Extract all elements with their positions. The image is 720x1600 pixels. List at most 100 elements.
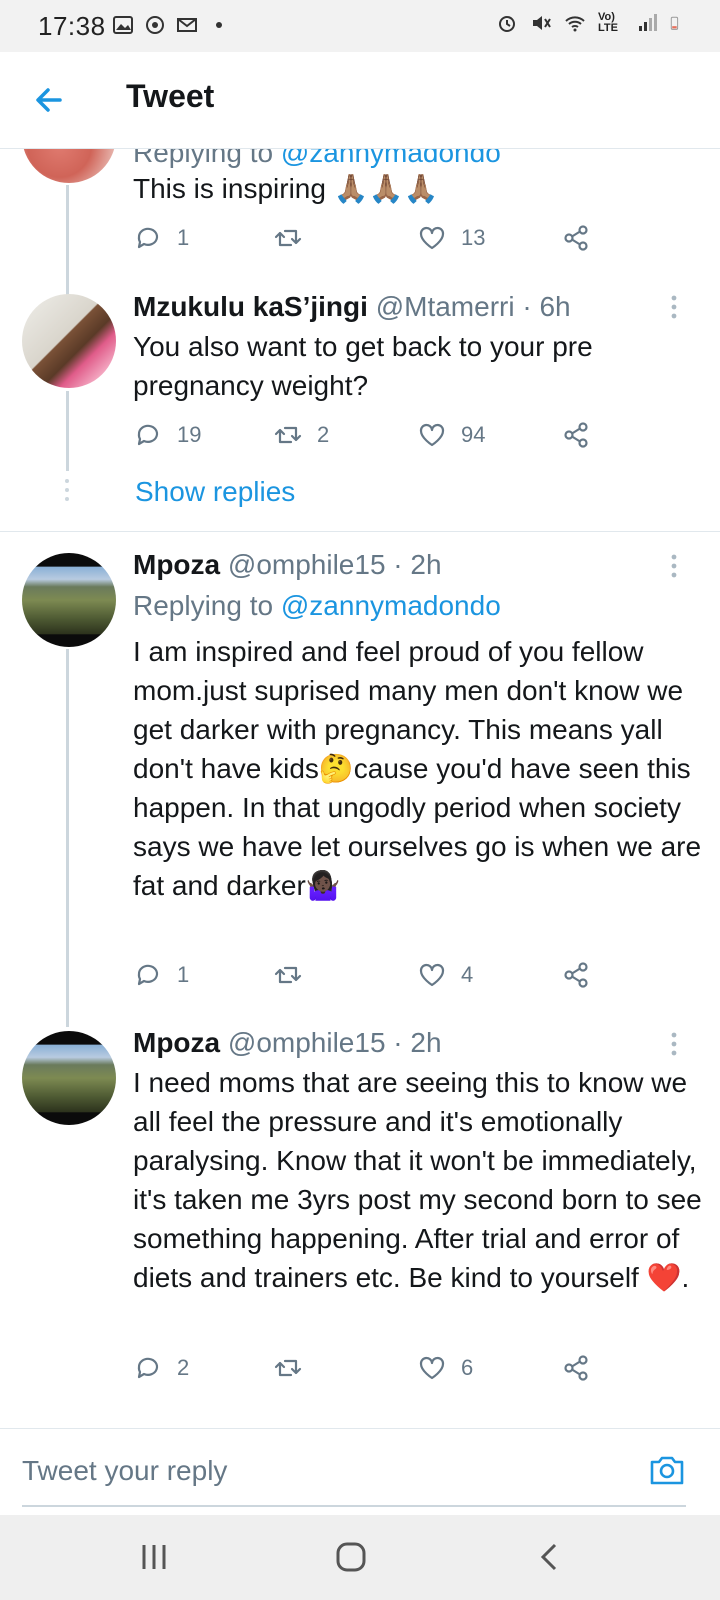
heart-icon	[419, 1356, 445, 1380]
retweet-button[interactable]	[273, 1353, 317, 1383]
tweet-time: · 6h	[522, 291, 571, 322]
thread-line	[66, 185, 69, 297]
tweet-actions: 1 13	[133, 223, 603, 257]
show-replies-link[interactable]: Show replies	[135, 476, 295, 508]
tweet-text: You also want to get back to your pre pr…	[133, 331, 593, 401]
system-nav-bar	[0, 1515, 720, 1600]
tweet-header: Mzukulu kaS’jingi @Mtamerri · 6h	[133, 291, 571, 323]
thread-dots	[64, 479, 70, 506]
like-button[interactable]: 13	[417, 223, 485, 253]
reply-icon	[137, 227, 159, 249]
alarm-icon	[499, 16, 515, 32]
reply-button[interactable]: 1	[133, 960, 189, 990]
page-title: Tweet	[126, 78, 215, 114]
reply-button[interactable]: 2	[133, 1353, 189, 1383]
status-time: 17:38	[38, 11, 106, 41]
share-button[interactable]	[561, 223, 591, 253]
retweet-icon	[274, 426, 302, 444]
heart-icon	[419, 963, 445, 987]
reply-composer: Tweet your reply	[0, 1428, 720, 1515]
reply-input[interactable]: Tweet your reply	[22, 1455, 227, 1487]
tweet-header: Mpoza @omphile15 · 2h	[133, 1027, 442, 1059]
share-icon	[564, 422, 588, 448]
retweet-button[interactable]	[273, 223, 317, 253]
like-count: 94	[461, 422, 486, 447]
reply-icon	[137, 964, 159, 986]
heart-icon	[419, 423, 445, 447]
reply-button[interactable]: 19	[133, 420, 201, 450]
more-options-icon[interactable]	[670, 1031, 678, 1057]
gmail-icon	[177, 18, 197, 32]
user-name[interactable]: Mzukulu kaS’jingi	[133, 291, 368, 322]
divider	[0, 531, 720, 532]
user-handle[interactable]: @omphile15	[228, 1027, 386, 1058]
avatar[interactable]	[22, 294, 116, 388]
reply-icon	[137, 424, 159, 446]
share-icon	[564, 1355, 588, 1381]
thread-line	[66, 391, 69, 471]
like-button[interactable]: 4	[417, 960, 473, 990]
reply-count: 2	[177, 1355, 190, 1380]
mute-icon	[533, 16, 551, 30]
reply-icon	[137, 1357, 159, 1379]
reply-count: 1	[177, 225, 190, 250]
avatar[interactable]	[22, 553, 116, 647]
share-button[interactable]	[561, 420, 591, 450]
arrow-left-icon[interactable]	[30, 80, 70, 120]
avatar[interactable]	[22, 1031, 116, 1125]
notification-icons	[112, 14, 230, 36]
mention-link[interactable]: @zannymadondo	[281, 149, 501, 168]
reply-button[interactable]: 1	[133, 223, 189, 253]
dot-icon	[216, 22, 222, 28]
more-options-icon[interactable]	[670, 294, 678, 320]
user-handle[interactable]: @Mtamerri	[376, 291, 515, 322]
system-icons: Vo) LTE	[496, 12, 684, 34]
app-bar: Tweet	[0, 52, 720, 149]
thread-line	[66, 649, 69, 1027]
user-name[interactable]: Mpoza	[133, 549, 220, 580]
signal-icon	[639, 14, 657, 31]
more-options-icon[interactable]	[670, 553, 678, 579]
share-button[interactable]	[561, 1353, 591, 1383]
like-count: 4	[461, 962, 474, 987]
replying-to: Replying to @zannymadondo	[133, 590, 501, 621]
avatar[interactable]	[22, 149, 116, 183]
tweet-thread[interactable]: Replying to @zannymadondo This is inspir…	[0, 149, 720, 1429]
network-label: Vo) LTE	[598, 11, 618, 34]
battery-icon	[670, 16, 679, 30]
tweet-actions: 19 2 94	[133, 420, 603, 454]
mention-link[interactable]: @zannymadondo	[281, 590, 501, 621]
wifi-icon	[565, 16, 585, 32]
reply-count: 1	[177, 962, 190, 987]
user-handle[interactable]: @omphile15	[228, 549, 386, 580]
retweet-button[interactable]: 2	[273, 420, 329, 450]
camera-icon[interactable]	[648, 1451, 686, 1489]
tweet-text: This is inspiring 🙏🏽🙏🏽🙏🏽	[133, 173, 439, 204]
retweet-icon	[274, 229, 302, 247]
user-name[interactable]: Mpoza	[133, 1027, 220, 1058]
back-icon[interactable]	[530, 1539, 570, 1575]
like-button[interactable]: 94	[417, 420, 485, 450]
tweet-time: · 2h	[393, 1027, 442, 1058]
input-underline	[22, 1505, 686, 1507]
share-icon	[564, 962, 588, 988]
share-icon	[564, 225, 588, 251]
like-count: 13	[461, 225, 486, 250]
tweet-text: I need moms that are seeing this to know…	[133, 1067, 702, 1293]
retweet-icon	[274, 1359, 302, 1377]
retweet-icon	[274, 966, 302, 984]
tweet-text: I am inspired and feel proud of you fell…	[133, 636, 702, 901]
share-button[interactable]	[561, 960, 591, 990]
tweet-header: Mpoza @omphile15 · 2h	[133, 549, 442, 581]
retweet-button[interactable]	[273, 960, 317, 990]
like-button[interactable]: 6	[417, 1353, 473, 1383]
tweet-time: · 2h	[393, 549, 442, 580]
status-bar: 17:38 Vo) LTE	[0, 0, 720, 52]
gallery-icon	[113, 16, 133, 34]
sync-icon	[146, 16, 164, 34]
home-icon[interactable]	[331, 1539, 371, 1575]
reply-count: 19	[177, 422, 202, 447]
retweet-count: 2	[317, 422, 330, 447]
recents-icon[interactable]	[134, 1539, 174, 1575]
tweet-actions: 1 4	[133, 960, 603, 994]
